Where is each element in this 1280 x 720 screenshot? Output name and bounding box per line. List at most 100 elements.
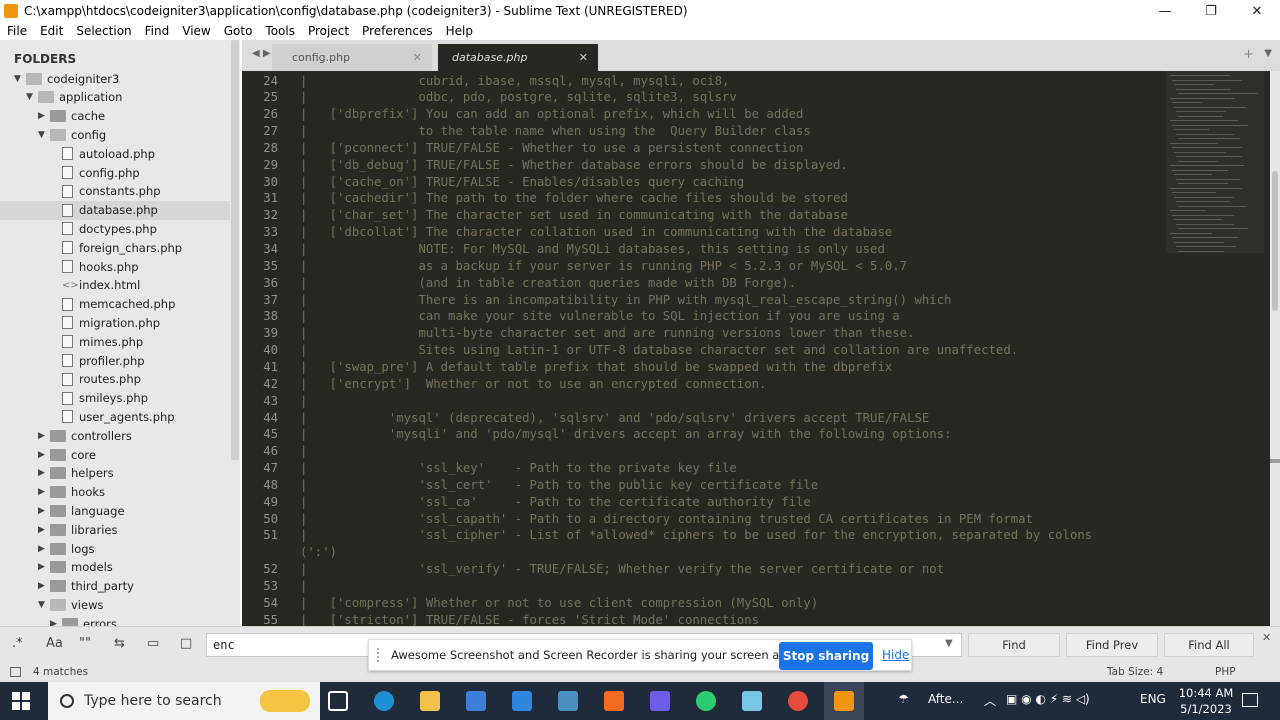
code-line[interactable]: | ['cache_on'] TRUE/FALSE - Enables/disa… [300,174,744,191]
pinned-app-icon[interactable] [558,691,578,711]
case-sensitive-toggle[interactable]: Aa [46,636,63,651]
tree-item[interactable]: autoload.php [0,144,230,163]
in-selection-toggle[interactable]: ▭ [147,636,159,651]
language-indicator[interactable]: ENG [1140,692,1166,706]
tab-dropdown-icon[interactable]: ▼ [1264,48,1272,59]
editor-scrollbar-thumb[interactable] [1272,171,1278,311]
notification-icon[interactable] [1242,693,1258,707]
collapsed-arrow-icon[interactable]: ▶ [38,544,46,553]
collapsed-arrow-icon[interactable]: ▶ [38,431,46,440]
tree-item[interactable]: migration.php [0,313,230,332]
tree-item[interactable]: constants.php [0,182,230,201]
file-explorer-icon[interactable] [420,691,440,711]
tree-item[interactable]: ▶ helpers [0,464,230,483]
new-tab-icon[interactable]: + [1243,47,1254,62]
close-button[interactable]: ✕ [1234,0,1280,22]
menu-tools[interactable]: Tools [258,24,301,38]
code-line[interactable]: | to the table name when using the Query… [300,123,811,140]
code-line[interactable]: | 'ssl_key' - Path to the private key fi… [300,460,737,477]
expanded-arrow-icon[interactable]: ▼ [38,600,46,609]
code-line[interactable]: | 'ssl_cert' - Path to the public key ce… [300,477,818,494]
tree-item[interactable]: ▼ codeigniter3 [0,69,230,88]
tray-icons[interactable]: ▣ ◉ ◐ ⚡ ≋ ◁) [1006,692,1090,706]
code-line[interactable]: | 'ssl_verify' - TRUE/FALSE; Whether ver… [300,561,944,578]
code-line[interactable]: | ['dbcollat'] The character collation u… [300,224,892,241]
maximize-button[interactable]: ❐ [1188,0,1234,22]
windows-start-icon[interactable] [12,692,30,710]
code-line[interactable]: | NOTE: For MySQL and MySQLi databases, … [300,241,885,258]
tree-item[interactable]: ▼ views [0,595,230,614]
menu-selection[interactable]: Selection [69,24,137,38]
code-line[interactable]: | ['db_debug'] TRUE/FALSE - Whether data… [300,157,848,174]
code-line[interactable]: (':') [300,544,337,561]
tree-item[interactable]: foreign_chars.php [0,238,230,257]
code-line[interactable]: | ['pconnect'] TRUE/FALSE - Whether to u… [300,140,803,157]
code-line[interactable]: | 'ssl_ca' - Path to the certificate aut… [300,494,811,511]
find-prev-button[interactable]: Find Prev [1066,633,1158,657]
menu-edit[interactable]: Edit [33,24,69,38]
tree-item[interactable]: ▶ core [0,445,230,464]
menu-help[interactable]: Help [439,24,479,38]
expanded-arrow-icon[interactable]: ▼ [14,74,22,83]
chrome-profile-icon[interactable] [696,691,716,711]
code-line[interactable]: | ['swap_pre'] A default table prefix th… [300,359,892,376]
tree-item[interactable]: ▶ hooks [0,483,230,502]
tree-item[interactable]: ▶ libraries [0,520,230,539]
code-line[interactable]: | ['cachedir'] The path to the folder wh… [300,190,848,207]
regex-toggle[interactable]: .* [12,636,23,651]
collapsed-arrow-icon[interactable]: ▶ [38,525,46,534]
menu-file[interactable]: File [0,24,33,38]
tree-item[interactable]: ▶ third_party [0,577,230,596]
find-all-button[interactable]: Find All [1164,633,1254,657]
clock[interactable]: 10:44 AM 5/1/2023 [1176,685,1236,717]
highlight-matches-toggle[interactable]: □ [180,636,192,651]
code-line[interactable]: | odbc, pdo, postgre, sqlite, sqlite3, s… [300,89,737,106]
task-view-icon[interactable] [328,691,348,711]
find-history-dropdown-icon[interactable]: ▼ [945,638,953,649]
code-line[interactable]: | can make your site vulnerable to SQL i… [300,308,900,325]
tree-item[interactable]: ▶ controllers [0,426,230,445]
code-line[interactable]: | ['stricton'] TRUE/FALSE - forces 'Stri… [300,612,759,626]
chrome-icon[interactable] [788,691,808,711]
tree-item[interactable]: ▶ language [0,501,230,520]
collapsed-arrow-icon[interactable]: ▶ [38,563,46,572]
wrap-toggle[interactable]: ⇆ [114,636,125,651]
code-line[interactable]: | There is an incompatibility in PHP wit… [300,292,952,309]
collapsed-arrow-icon[interactable]: ▶ [38,469,46,478]
sidebar-scrollbar[interactable] [231,40,239,460]
tab-size-indicator[interactable]: Tab Size: 4 [1107,666,1163,678]
drag-handle-icon[interactable] [377,648,381,662]
expanded-arrow-icon[interactable]: ▼ [26,93,34,102]
code-line[interactable]: | [300,443,307,460]
whole-word-toggle[interactable]: "" [79,636,91,651]
tree-item[interactable]: ▶ models [0,558,230,577]
tab-close-icon[interactable]: ✕ [579,51,588,64]
editor-scrollbar[interactable] [1270,71,1280,626]
menu-preferences[interactable]: Preferences [355,24,439,38]
collapsed-arrow-icon[interactable]: ▶ [38,582,46,591]
menu-project[interactable]: Project [301,24,355,38]
notepad-icon[interactable] [742,691,762,711]
menu-find[interactable]: Find [138,24,176,38]
tray-expand-icon[interactable]: ︿ [984,692,996,709]
weather-icon[interactable]: ☂ [898,692,909,706]
tree-item[interactable]: profiler.php [0,351,230,370]
code-line[interactable]: | Sites using Latin-1 or UTF-8 database … [300,342,1018,359]
panel-toggle-icon[interactable] [10,667,21,677]
code-line[interactable]: | ['char_set'] The character set used in… [300,207,848,224]
tree-item[interactable]: ▶ logs [0,539,230,558]
code-line[interactable]: | [300,393,307,410]
collapsed-arrow-icon[interactable]: ▶ [38,450,46,459]
tree-item[interactable]: memcached.php [0,295,230,314]
code-editor[interactable]: 24 25 26 27 28 29 30 31 32 33 34 35 36 37 38 39 40 41 42 43… [242,71,1280,626]
hide-banner-link[interactable]: Hide [882,648,909,662]
tree-item[interactable]: database.php [0,200,230,220]
code-line[interactable]: | 'mysql' (deprecated), 'sqlsrv' and 'pd… [300,410,929,427]
tree-item[interactable]: ▶ cache [0,107,230,126]
code-line[interactable]: | cubrid, ibase, mssql, mysql, mysqli, o… [300,73,729,90]
minimize-button[interactable]: — [1142,0,1188,22]
code-line[interactable]: | multi-byte character set and are runni… [300,325,914,342]
tree-item[interactable]: <> index.html [0,276,230,295]
visual-studio-icon[interactable] [650,691,670,711]
code-line[interactable]: | 'ssl_capath' - Path to a directory con… [300,511,1033,528]
